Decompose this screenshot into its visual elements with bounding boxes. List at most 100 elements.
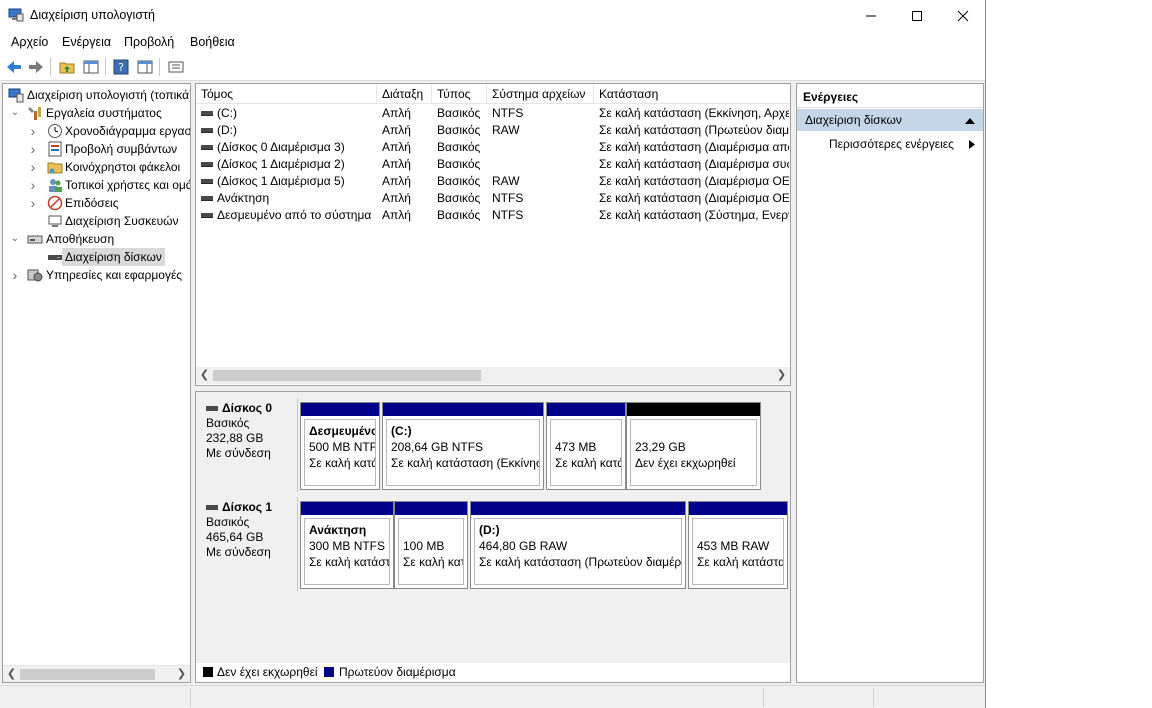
volume-row[interactable]: Δεσμευμένο από το σύστημα Απλή Βασικός NTFS… xyxy=(196,207,790,224)
partition-block[interactable]: (C:) 208,64 GB NTFS Σε καλή κατάσταση (Εκκ… xyxy=(382,402,544,490)
chevron-right-icon[interactable]: › xyxy=(27,140,39,158)
volume-row[interactable]: (Δίσκος 1 Διαμέρισμα 5) Απλή Βασικός RAW Σε … xyxy=(196,173,790,190)
tree-item[interactable]: › Υπηρεσίες και εφαρμογές xyxy=(3,266,190,284)
partition-block[interactable]: 453 MB RAW Σε καλή κατάσταση xyxy=(688,501,788,589)
disk-label-panel[interactable]: Δίσκος 0 Βασικός 232,88 GB Με σύνδεση xyxy=(198,398,298,492)
back-button[interactable] xyxy=(4,57,24,77)
close-button[interactable] xyxy=(940,0,985,31)
status-bar-divider xyxy=(873,688,874,707)
maximize-button[interactable] xyxy=(894,0,940,31)
volume-layout: Απλή xyxy=(382,157,411,171)
chevron-right-icon[interactable]: › xyxy=(27,176,39,194)
volume-layout: Απλή xyxy=(382,123,411,137)
volume-row[interactable]: Ανάκτηση Απλή Βασικός NTFS Σε καλή κατάσταση… xyxy=(196,190,790,207)
minimize-button[interactable] xyxy=(848,0,894,31)
forward-button[interactable] xyxy=(26,57,46,77)
chevron-right-icon[interactable]: › xyxy=(9,266,21,284)
volume-layout: Απλή xyxy=(382,174,411,188)
menu-action[interactable]: Ενέργεια xyxy=(62,35,111,49)
volume-list-horizontal-scrollbar[interactable]: ❮ ❯ xyxy=(196,367,790,384)
scroll-right-arrow-icon[interactable]: ❯ xyxy=(773,367,790,384)
partition-name: (C:) xyxy=(391,424,412,438)
partition-block[interactable]: 473 MB Σε καλή κατάσταση xyxy=(546,402,626,490)
partition-type-bar xyxy=(383,403,543,416)
chevron-right-icon[interactable]: › xyxy=(27,158,39,176)
toolbar-separator xyxy=(159,58,160,76)
tree-item[interactable]: › Επιδόσεις xyxy=(3,194,190,212)
tree-horizontal-scrollbar[interactable]: ❮ ❯ xyxy=(3,665,190,682)
partition-block[interactable]: Δεσμευμένο 500 MB NTFS Σε καλή κατάσταση xyxy=(300,402,380,490)
volume-file-system: NTFS xyxy=(492,191,524,205)
volume-status: Σε καλή κατάσταση (Διαμέρισμα συσ xyxy=(599,157,789,171)
legend: Δεν έχει εκχωρηθεί Πρωτεύον διαμέρισμα xyxy=(195,663,791,683)
actions-section-disk-management[interactable]: Διαχείριση δίσκων xyxy=(797,109,983,131)
chevron-right-icon[interactable]: › xyxy=(27,122,39,140)
volume-type: Βασικός xyxy=(437,157,481,171)
show-hide-action-pane-button[interactable] xyxy=(135,57,155,77)
help-icon: ? xyxy=(113,59,129,75)
tree-item-label: Εργαλεία συστήματος xyxy=(46,106,162,120)
scrollbar-thumb[interactable] xyxy=(213,370,481,381)
tree-item-label: Κοινόχρηστοι φάκελοι xyxy=(65,160,181,174)
volume-row[interactable]: (Δίσκος 0 Διαμέρισμα 3) Απλή Βασικός Σε καλ… xyxy=(196,139,790,156)
column-header-layout[interactable]: Διάταξη xyxy=(377,84,432,104)
column-header-status[interactable]: Κατάσταση xyxy=(594,84,790,104)
volume-name: (D:) xyxy=(217,123,237,137)
volume-row[interactable]: (D:) Απλή Βασικός RAW Σε καλή κατάσταση (Πρω… xyxy=(196,122,790,139)
partition-block[interactable]: Ανάκτηση 300 MB NTFS Σε καλή κατάσταση xyxy=(300,501,394,589)
partition-block[interactable]: (D:) 464,80 GB RAW Σε καλή κατάσταση (Πρωτ… xyxy=(470,501,686,589)
partition-status: Σε καλή κατάσταση xyxy=(309,555,390,569)
partition-status: Σε καλή κατάσταση xyxy=(555,456,622,470)
tree-item[interactable]: › Τοπικοί χρήστες και ομάδες xyxy=(3,176,190,194)
volume-row[interactable]: (Δίσκος 1 Διαμέρισμα 2) Απλή Βασικός Σε καλ… xyxy=(196,156,790,173)
scrollbar-thumb[interactable] xyxy=(20,669,155,680)
actions-pane: Ενέργειες Διαχείριση δίσκων Περισσότερες… xyxy=(796,83,984,683)
disk-graphical-view: Δίσκος 0 Βασικός 232,88 GB Με σύνδεση Δεσμευ… xyxy=(195,391,791,683)
help-button[interactable]: ? xyxy=(111,57,131,77)
status-bar-divider xyxy=(190,688,191,707)
properties-button[interactable] xyxy=(166,57,186,77)
volume-drive-icon xyxy=(201,111,213,116)
show-hide-tree-button[interactable] xyxy=(81,57,101,77)
partition-type-bar xyxy=(689,502,787,515)
partition-size: 300 MB NTFS xyxy=(309,539,386,553)
menu-file[interactable]: Αρχείο xyxy=(11,35,48,49)
menu-view[interactable]: Προβολή xyxy=(124,35,174,49)
scroll-left-arrow-icon[interactable]: ❮ xyxy=(196,367,213,384)
folder-up-icon xyxy=(59,62,75,74)
tree-item[interactable]: Διαχείριση δίσκων xyxy=(3,248,190,266)
more-actions-item[interactable]: Περισσότερες ενέργειες xyxy=(829,136,954,152)
up-folder-button[interactable] xyxy=(57,57,77,77)
tree-item[interactable]: ⌄ Εργαλεία συστήματος xyxy=(3,104,190,122)
column-header-type[interactable]: Τύπος xyxy=(432,84,487,104)
tree-item[interactable]: Διαχείριση υπολογιστή (τοπικά) xyxy=(3,86,190,104)
menu-help[interactable]: Βοήθεια xyxy=(190,35,235,49)
partition-type-bar xyxy=(547,403,625,416)
chevron-down-icon[interactable]: ⌄ xyxy=(9,230,21,248)
tree-item[interactable]: › Χρονοδιάγραμμα εργασιών xyxy=(3,122,190,140)
legend-label-unallocated: Δεν έχει εκχωρηθεί xyxy=(217,665,318,679)
tree-item[interactable]: › Προβολή συμβάντων xyxy=(3,140,190,158)
properties-icon xyxy=(168,61,184,73)
column-header-volume[interactable]: Τόμος xyxy=(196,84,377,104)
scroll-right-arrow-icon[interactable]: ❯ xyxy=(173,666,190,682)
chevron-down-icon[interactable]: ⌄ xyxy=(9,104,21,122)
partition-size: 500 MB NTFS xyxy=(309,440,375,454)
tree-item[interactable]: Διαχείριση Συσκευών xyxy=(3,212,190,230)
tree-item[interactable]: › Κοινόχρηστοι φάκελοι xyxy=(3,158,190,176)
chevron-right-icon[interactable]: › xyxy=(27,194,39,212)
partition-block[interactable]: 23,29 GB Δεν έχει εκχωρηθεί xyxy=(626,402,761,490)
volume-drive-icon xyxy=(201,179,213,184)
tree-item-label: Διαχείριση Συσκευών xyxy=(65,214,179,228)
partition-block[interactable]: 100 MB Σε καλή κατάσταση xyxy=(394,501,468,589)
more-actions-label: Περισσότερες ενέργειες xyxy=(829,137,954,151)
tree-item[interactable]: ⌄ Αποθήκευση xyxy=(3,230,190,248)
disk-icon xyxy=(206,406,218,411)
volume-row[interactable]: (C:) Απλή Βασικός NTFS Σε καλή κατάσταση (Εκ… xyxy=(196,105,790,122)
minimize-icon xyxy=(866,15,876,16)
column-header-file-system[interactable]: Σύστημα αρχείων xyxy=(487,84,594,104)
toolbar: ? xyxy=(0,53,985,81)
disk-label-panel[interactable]: Δίσκος 1 Βασικός 465,64 GB Με σύνδεση xyxy=(198,497,298,591)
close-icon xyxy=(957,10,969,21)
scroll-left-arrow-icon[interactable]: ❮ xyxy=(3,666,20,682)
